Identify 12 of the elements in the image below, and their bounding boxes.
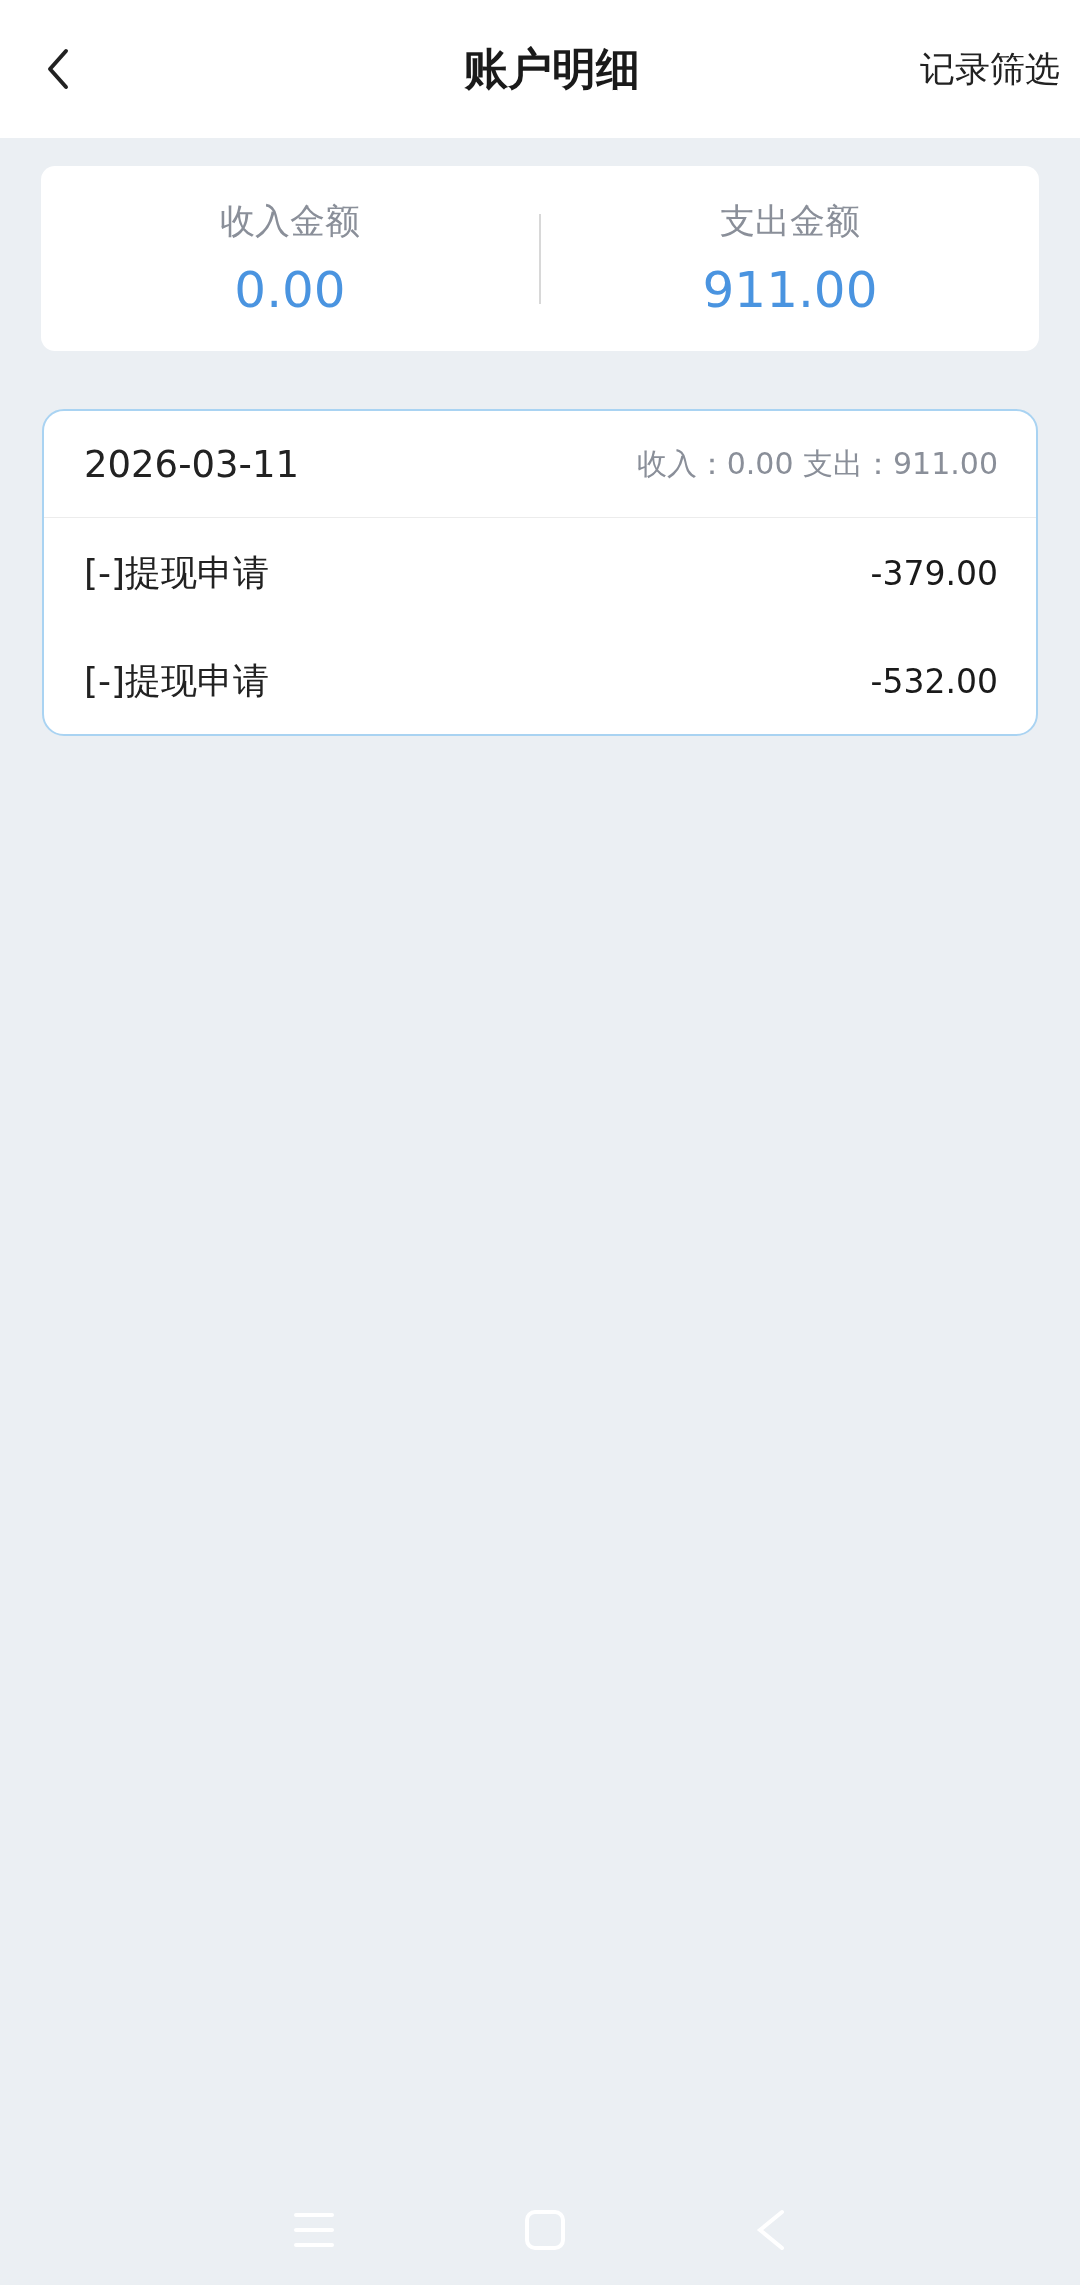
filter-link[interactable]: 记录筛选 (920, 45, 1060, 93)
summary-value: 0.00 (234, 261, 346, 319)
summary-label: 收入金额 (220, 200, 360, 243)
summary-label: 支出金额 (720, 200, 860, 243)
record-date: 2026-03-11 (84, 442, 300, 486)
record-name: [-]提现申请 (84, 550, 270, 595)
day-totals: 收入：0.00 支出：911.00 (636, 444, 998, 483)
record-amount: -379.00 (870, 553, 998, 593)
summary-value: 911.00 (702, 261, 878, 319)
page-title: 账户明细 (464, 41, 640, 96)
record-amount: -532.00 (870, 661, 998, 701)
record-name: [-]提现申请 (84, 658, 270, 703)
